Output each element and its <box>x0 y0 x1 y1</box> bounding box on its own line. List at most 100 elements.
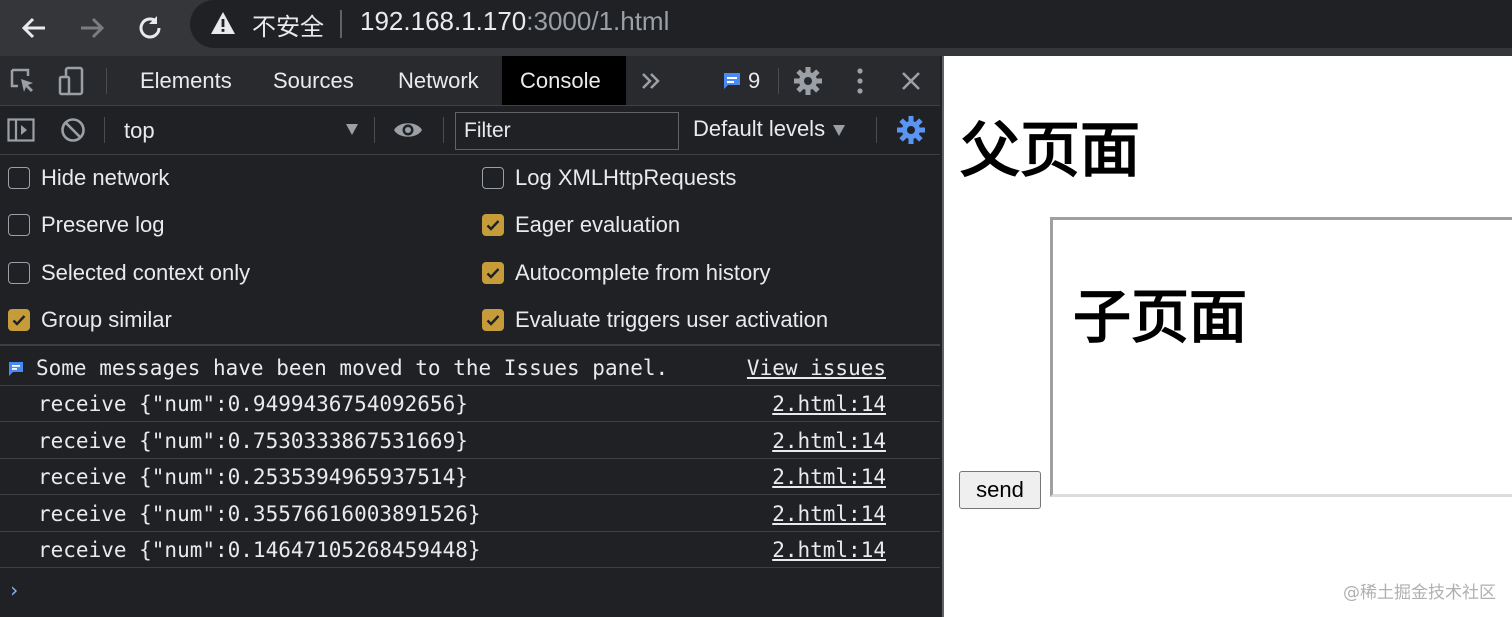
toolbar-divider <box>443 117 444 143</box>
block-icon <box>61 118 85 142</box>
checkbox-eager-evaluation[interactable] <box>482 214 504 236</box>
tab-network[interactable]: Network <box>380 56 497 105</box>
source-link[interactable]: 2.html:14 <box>772 459 886 495</box>
eye-icon <box>394 123 422 137</box>
filter-input[interactable] <box>455 112 679 150</box>
checkbox-group-similar[interactable] <box>8 309 30 331</box>
log-levels-label: Default levels <box>693 116 826 141</box>
reload-icon <box>139 16 161 39</box>
select-element-icon <box>10 68 33 92</box>
toggle-sidebar-button[interactable] <box>4 113 38 147</box>
forward-button[interactable] <box>70 6 114 50</box>
checkbox-hide-network[interactable] <box>8 167 30 189</box>
option-label: Selected context only <box>41 260 251 285</box>
clear-console-button[interactable] <box>56 113 90 147</box>
url-text[interactable]: 192.168.1.170:3000/1.html <box>360 6 669 37</box>
toolbar-divider <box>876 117 877 143</box>
tab-console[interactable]: Console <box>502 56 626 105</box>
caret-down-icon <box>346 124 358 135</box>
more-tabs-button[interactable] <box>634 64 668 98</box>
device-icon <box>58 66 84 96</box>
console-row: receive {"num":0.14647105268459448} 2.htm… <box>0 532 940 568</box>
checkbox-preserve-log[interactable] <box>8 214 30 236</box>
console-settings-pane: Hide network Preserve log Selected conte… <box>0 155 940 346</box>
prompt-chevron-icon: › <box>8 578 21 602</box>
source-link[interactable]: 2.html:14 <box>772 423 886 459</box>
console-row: receive {"num":0.9499436754092656} 2.html… <box>0 386 940 422</box>
option-label: Log XMLHttpRequests <box>515 165 737 190</box>
close-devtools-button[interactable] <box>894 64 928 98</box>
omnibox-divider <box>340 10 342 38</box>
option-label: Preserve log <box>41 212 165 237</box>
log-levels-dropdown[interactable]: Default levels <box>693 116 846 142</box>
console-toolbar: top Default levels <box>0 106 940 155</box>
checkbox-selected-context[interactable] <box>8 262 30 284</box>
live-expression-button[interactable] <box>391 113 425 147</box>
arrow-right-icon <box>81 17 105 39</box>
source-link[interactable]: 2.html:14 <box>772 496 886 532</box>
toolbar-divider <box>374 117 375 143</box>
sidebar-icon <box>7 118 35 142</box>
option-label: Group similar <box>41 307 172 332</box>
log-text: receive {"num":0.7530333867531669} <box>38 429 468 453</box>
console-prompt[interactable]: › <box>8 578 20 602</box>
log-text: receive {"num":0.9499436754092656} <box>38 392 468 416</box>
source-link[interactable]: 2.html:14 <box>772 386 886 422</box>
console-row: receive {"num":0.35576616003891526} 2.htm… <box>0 496 940 532</box>
preserve-log-option[interactable]: Preserve log <box>8 210 165 240</box>
autocomplete-history-option[interactable]: Autocomplete from history <box>482 258 771 288</box>
console-settings-button[interactable] <box>894 113 928 147</box>
issues-count: 9 <box>748 68 761 93</box>
checkbox-autocomplete-history[interactable] <box>482 262 504 284</box>
device-toolbar-button[interactable] <box>54 64 88 98</box>
gear-icon <box>897 116 925 144</box>
option-label: Hide network <box>41 165 170 190</box>
context-value: top <box>124 118 155 143</box>
tab-sources[interactable]: Sources <box>255 56 372 105</box>
url-host: 192.168.1.170 <box>360 6 527 36</box>
log-text: receive {"num":0.35576616003891526} <box>38 502 481 526</box>
settings-button[interactable] <box>791 64 825 98</box>
kebab-menu-icon <box>857 68 863 94</box>
security-label[interactable]: 不安全 <box>252 7 324 42</box>
url-path: :3000/1.html <box>526 6 670 36</box>
close-icon <box>902 72 920 90</box>
more-options-button[interactable] <box>843 64 877 98</box>
log-text: receive {"num":0.2535394965937514} <box>38 465 468 489</box>
browser-toolbar: 不安全 192.168.1.170:3000/1.html <box>0 0 1512 56</box>
gear-icon <box>794 67 822 95</box>
console-messages: Some messages have been moved to the Iss… <box>0 346 940 617</box>
tab-elements[interactable]: Elements <box>122 56 250 105</box>
warning-icon[interactable] <box>210 11 236 35</box>
context-selector[interactable]: top <box>110 110 366 150</box>
omnibox[interactable]: 不安全 192.168.1.170:3000/1.html <box>190 0 1512 48</box>
source-link[interactable]: 2.html:14 <box>772 532 886 568</box>
message-icon <box>9 362 23 376</box>
child-iframe[interactable]: 子页面 <box>1050 217 1512 497</box>
evaluate-triggers-option[interactable]: Evaluate triggers user activation <box>482 305 828 335</box>
chevron-double-right-icon <box>642 73 660 89</box>
child-page-title: 子页面 <box>1073 283 1248 351</box>
group-similar-option[interactable]: Group similar <box>8 305 172 335</box>
checkbox-log-xhr[interactable] <box>482 167 504 189</box>
issues-counter-button[interactable]: 9 <box>722 68 760 94</box>
toolbar-divider <box>106 68 107 94</box>
arrow-left-icon <box>21 17 45 39</box>
option-label: Eager evaluation <box>515 212 681 237</box>
hide-network-option[interactable]: Hide network <box>8 163 169 193</box>
log-text: receive {"num":0.14647105268459448} <box>38 538 481 562</box>
console-row: receive {"num":0.7530333867531669} 2.html… <box>0 423 940 459</box>
log-xhr-option[interactable]: Log XMLHttpRequests <box>482 163 736 193</box>
eager-evaluation-option[interactable]: Eager evaluation <box>482 210 680 240</box>
selected-context-option[interactable]: Selected context only <box>8 258 250 288</box>
devtools-tabbar: Elements Sources Network Console 9 <box>0 56 940 106</box>
inspect-element-button[interactable] <box>6 64 40 98</box>
back-button[interactable] <box>12 6 56 50</box>
watermark: @稀土掘金技术社区 <box>1343 583 1496 603</box>
page-title: 父页面 <box>960 116 1140 186</box>
reload-button[interactable] <box>128 6 172 50</box>
view-issues-link[interactable]: View issues <box>747 350 886 386</box>
page-viewport: 父页面 send 子页面 @稀土掘金技术社区 <box>942 56 1512 617</box>
checkbox-evaluate-triggers[interactable] <box>482 309 504 331</box>
send-button[interactable]: send <box>959 471 1041 509</box>
